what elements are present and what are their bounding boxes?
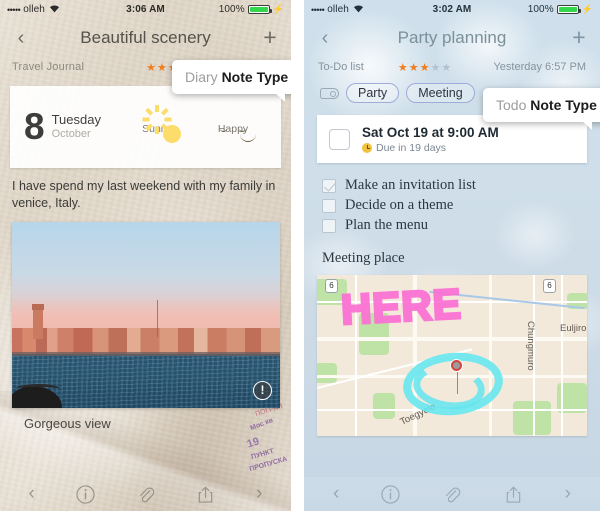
star-filled: ★ <box>419 61 431 74</box>
next-note-button[interactable]: › <box>256 483 262 505</box>
photo-caption[interactable]: Gorgeous view <box>12 408 279 431</box>
popover-label: Note Type <box>530 97 597 113</box>
previous-note-button[interactable]: ‹ <box>333 483 339 505</box>
date-day-number: 8 <box>24 106 45 148</box>
tag-pill-meeting[interactable]: Meeting <box>406 83 475 103</box>
popover-label: Note Type <box>221 69 289 85</box>
back-button[interactable]: ‹ <box>314 28 336 48</box>
photo-info-badge[interactable]: ! <box>253 380 272 400</box>
status-bar: ••••• olleh 3:06 AM 100% ⚡ <box>0 0 291 19</box>
back-button[interactable]: ‹ <box>10 28 32 48</box>
info-icon[interactable] <box>381 484 401 504</box>
task-title: Sat Oct 19 at 9:00 AM <box>362 124 499 140</box>
star-rating[interactable]: ★★★★★ <box>398 61 452 74</box>
weather-mood-sunny[interactable]: Sunny <box>129 104 185 143</box>
star-filled: ★ <box>408 61 420 74</box>
map-attachment[interactable]: 6 6 Euljiro Chungmuro Toegyelo HERE <box>317 275 587 436</box>
share-icon[interactable] <box>196 485 215 504</box>
note-meta-row: To-Do list ★★★★★ Yesterday 6:57 PM <box>304 56 600 78</box>
route-shield-icon: 6 <box>543 279 556 293</box>
map-pin-icon <box>450 359 463 394</box>
date-weekday: Tuesday <box>51 112 101 128</box>
checklist-checkbox-checked[interactable] <box>322 178 336 193</box>
phone-screen-todo: ••••• olleh 3:02 AM 100% ⚡ ‹ Party plann… <box>304 0 600 511</box>
timestamp-label: Yesterday 6:57 PM <box>493 61 586 73</box>
section-label-meeting-place: Meeting place <box>322 250 405 266</box>
stamp-item: 19 <box>245 435 261 451</box>
checklist-checkbox[interactable] <box>322 218 336 233</box>
map-label-euljiro: Euljiro <box>560 323 587 334</box>
popover-tail <box>580 120 592 130</box>
checklist-label: Make an invitation list <box>345 177 476 193</box>
paperclip-icon[interactable] <box>442 485 461 504</box>
clock-icon <box>362 142 372 153</box>
star-empty: ★ <box>430 61 442 74</box>
checklist-label: Decide on a theme <box>345 197 454 213</box>
popover-prefix: Todo <box>496 97 527 113</box>
note-text[interactable]: I have spend my last weekend with my fam… <box>12 178 279 212</box>
star-filled: ★ <box>397 61 409 74</box>
share-icon[interactable] <box>504 485 523 504</box>
task-checkbox[interactable] <box>329 128 350 150</box>
star-filled: ★ <box>146 61 157 74</box>
mood-group: Sunny Happy <box>129 104 267 143</box>
navigation-bar: ‹ Party planning + <box>304 19 600 56</box>
page-title: Beautiful scenery <box>80 27 211 47</box>
star-filled: ★ <box>156 61 168 74</box>
phone-screen-diary: ••••• olleh 3:06 AM 100% ⚡ ‹ Beautiful s… <box>0 0 291 511</box>
note-photo[interactable]: ! <box>12 221 280 408</box>
checklist-item[interactable]: Decide on a theme <box>322 197 600 214</box>
date-mood-card: 8 Tuesday October Sunny <box>10 86 281 168</box>
tag-icon[interactable] <box>320 87 339 99</box>
task-due-card[interactable]: Sat Oct 19 at 9:00 AM Due in 19 days <box>317 115 587 163</box>
list-name-label[interactable]: To-Do list <box>318 61 364 73</box>
add-note-button[interactable]: + <box>568 26 590 49</box>
checklist: Make an invitation list Decide on a them… <box>304 163 600 234</box>
popover-prefix: Diary <box>185 69 218 85</box>
navigation-bar: ‹ Beautiful scenery + <box>0 19 291 56</box>
checklist-label: Plan the menu <box>345 217 428 233</box>
paperclip-icon[interactable] <box>136 485 155 504</box>
page-title: Party planning <box>397 27 507 47</box>
status-bar: ••••• olleh 3:02 AM 100% ⚡ <box>304 0 600 19</box>
star-empty: ★ <box>441 61 453 74</box>
date-month: October <box>51 128 91 141</box>
here-annotation: HERE <box>338 278 464 334</box>
bottom-toolbar: ‹ › <box>0 477 291 511</box>
task-text-block: Sat Oct 19 at 9:00 AM Due in 19 days <box>362 125 499 154</box>
task-due-row: Due in 19 days <box>362 142 499 154</box>
previous-note-button[interactable]: ‹ <box>29 483 35 505</box>
journal-name-label[interactable]: Travel Journal <box>12 61 84 73</box>
status-time: 3:02 AM <box>432 4 472 15</box>
popover-tail <box>274 92 286 102</box>
add-note-button[interactable]: + <box>259 26 281 49</box>
checklist-item[interactable]: Make an invitation list <box>322 177 600 194</box>
feeling-mood-happy[interactable]: Happy <box>205 119 261 142</box>
note-body: I have spend my last weekend with my fam… <box>0 168 291 431</box>
checklist-item[interactable]: Plan the menu <box>322 217 600 234</box>
map-canvas: 6 6 Euljiro Chungmuro Toegyelo HERE <box>317 275 587 436</box>
info-icon[interactable] <box>76 484 95 504</box>
screenshot-stage: ••••• olleh 3:06 AM 100% ⚡ ‹ Beautiful s… <box>0 0 600 511</box>
date-text-block: Tuesday October <box>51 112 101 141</box>
venice-photo-image <box>12 221 280 408</box>
map-label-chungmuro: Chungmuro <box>525 321 536 371</box>
task-due-label: Due in 19 days <box>376 141 447 154</box>
next-note-button[interactable]: › <box>565 483 571 505</box>
popover-note-type-todo: Todo Note Type <box>483 88 600 130</box>
tag-pill-party[interactable]: Party <box>346 83 400 103</box>
popover-note-type-diary: Diary Note Type <box>172 60 291 102</box>
checklist-checkbox[interactable] <box>322 198 336 213</box>
battery-icon <box>247 5 272 14</box>
bottom-toolbar: ‹ › <box>304 477 600 511</box>
battery-icon <box>556 5 581 14</box>
route-shield-icon: 6 <box>325 279 338 293</box>
